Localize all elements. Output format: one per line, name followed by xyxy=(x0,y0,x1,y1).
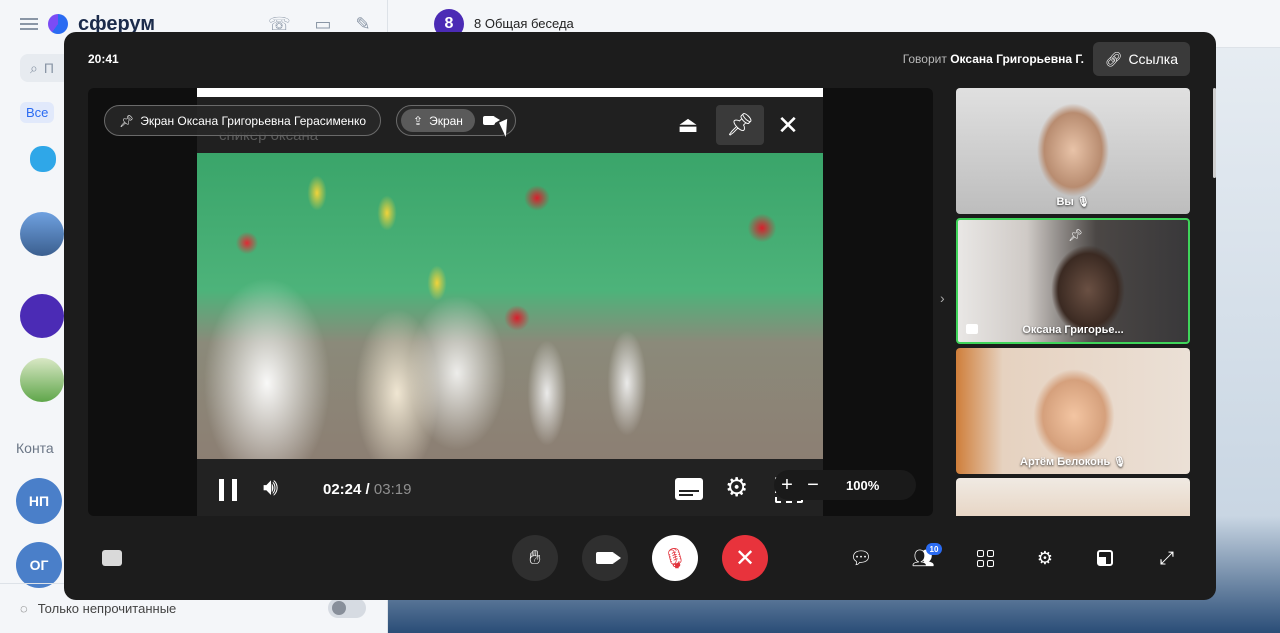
chat-header-title: 8 Общая беседа xyxy=(474,16,574,31)
speaker-prefix: Говорит xyxy=(902,52,947,66)
settings-button[interactable]: ⚙ xyxy=(1032,546,1058,570)
screen-share-label: 📌︎ Экран Оксана Григорьевна Герасименко xyxy=(104,105,382,136)
mic-off-icon: 🎙︎ xyxy=(1076,197,1090,208)
chat-icon: 💬︎ xyxy=(849,547,873,568)
unread-icon: ◌ xyxy=(20,601,28,616)
link-icon: 🔗︎ xyxy=(1104,50,1123,67)
microphone-button[interactable]: 🎙︎ xyxy=(652,535,698,581)
screen-share-stage: спикер оксана 🔊︎ 02:24 / 03:19 ⚙ 📌︎ Экра… xyxy=(88,88,933,516)
expand-icon: ⤢ xyxy=(1159,547,1175,568)
pause-icon[interactable] xyxy=(219,479,237,501)
hangup-icon: ✕ xyxy=(734,544,756,572)
airplay-icon[interactable]: ⏏ xyxy=(664,105,712,145)
video-time-separator: / xyxy=(365,481,370,498)
link-label: Ссылка xyxy=(1128,51,1178,67)
video-total-time: 03:19 xyxy=(373,481,412,498)
shared-video: спикер оксана 🔊︎ 02:24 / 03:19 ⚙ xyxy=(197,88,823,516)
chat-button[interactable]: 💬︎ xyxy=(848,546,874,570)
filter-chip-all[interactable]: Все xyxy=(20,102,55,123)
pin-icon: 📌︎ xyxy=(1068,228,1084,242)
current-speaker: Говорит Оксана Григорьевна Г. xyxy=(903,52,1084,66)
participant-tile[interactable]: Артём Белоконь 🎙︎ xyxy=(956,348,1190,474)
chat-avatar[interactable] xyxy=(30,146,56,172)
participant-tile[interactable]: Вы 🎙︎ xyxy=(956,88,1190,214)
pin-icon: 📌︎ xyxy=(119,113,135,128)
pin-stage-button[interactable]: 📌︎ xyxy=(716,105,764,145)
hangup-button[interactable]: ✕ xyxy=(722,535,768,581)
pin-icon: 📌︎ xyxy=(726,112,754,137)
chat-avatar[interactable] xyxy=(20,212,64,256)
participant-name: Вы 🎙︎ xyxy=(1056,196,1090,208)
hand-icon: ✋︎ xyxy=(529,546,541,569)
participant-list: Вы 🎙︎ 📌︎ Оксана Григорье... Артём Белокон… xyxy=(956,88,1190,516)
screen-share-icon: ⇪ xyxy=(413,113,424,128)
contact-avatar[interactable]: НП xyxy=(16,478,62,524)
screen-tab[interactable]: ⇪ Экран xyxy=(401,109,475,132)
gear-icon[interactable]: ⚙ xyxy=(725,472,748,503)
video-top-bar xyxy=(197,88,823,97)
zoom-out-button[interactable]: − xyxy=(800,474,826,497)
stream-switcher: ⇪ Экран xyxy=(396,105,516,136)
search-placeholder: П xyxy=(43,60,54,76)
expand-button[interactable]: ⤢ xyxy=(1154,546,1180,570)
mic-off-icon: 🎙︎ xyxy=(662,547,688,570)
participant-tile-active[interactable]: 📌︎ Оксана Григорье... xyxy=(956,218,1190,344)
layout-icon xyxy=(1097,550,1113,566)
participant-scrollbar[interactable] xyxy=(1213,88,1216,178)
volume-icon[interactable]: 🔊︎ xyxy=(263,474,278,502)
close-icon[interactable]: ✕ xyxy=(764,105,812,145)
unread-label: Только непрочитанные xyxy=(37,601,177,616)
mic-off-icon: 🎙︎ xyxy=(1113,457,1126,468)
screen-share-icon[interactable] xyxy=(102,550,122,566)
raise-hand-button[interactable]: ✋︎ xyxy=(512,535,558,581)
chat-avatar[interactable] xyxy=(20,294,64,338)
grid-view-button[interactable] xyxy=(972,546,998,570)
zoom-value: 100% xyxy=(846,477,880,493)
camera-button[interactable] xyxy=(582,535,628,581)
contact-avatar[interactable]: ОГ xyxy=(16,542,62,588)
call-window: 20:41 Говорит Оксана Григорьевна Г. 🔗︎ С… xyxy=(64,32,1216,600)
screen-tab-label: Экран xyxy=(429,113,463,128)
grid-icon xyxy=(976,549,994,567)
video-controls: 🔊︎ 02:24 / 03:19 ⚙ xyxy=(197,459,823,516)
layout-button[interactable] xyxy=(1092,546,1118,570)
zoom-in-button[interactable]: + xyxy=(774,474,800,497)
share-label-text: Экран Оксана Григорьевна Герасименко xyxy=(140,113,367,128)
copy-link-button[interactable]: 🔗︎ Ссылка xyxy=(1092,42,1190,76)
participant-tile[interactable] xyxy=(956,478,1190,516)
participant-name: Артём Белоконь 🎙︎ xyxy=(1020,456,1126,468)
participant-name: Оксана Григорье... xyxy=(1022,324,1124,336)
menu-icon[interactable] xyxy=(20,18,38,30)
camera-icon xyxy=(596,552,621,564)
subtitles-icon[interactable] xyxy=(675,478,703,500)
chat-avatar[interactable] xyxy=(20,358,64,402)
video-time: 02:24 / 03:19 xyxy=(323,481,411,498)
settings-icon: ⚙ xyxy=(1036,547,1054,568)
video-picture xyxy=(197,153,823,459)
camera-tab-icon[interactable] xyxy=(482,116,500,125)
call-time: 20:41 xyxy=(88,52,119,66)
video-current-time: 02:24 xyxy=(323,481,362,498)
search-icon: ⌕ xyxy=(30,59,38,76)
zoom-control: + − 100% xyxy=(774,470,916,500)
contacts-heading: Конта xyxy=(16,440,54,456)
logo-icon xyxy=(48,14,68,34)
speaker-name: Оксана Григорьевна Г. xyxy=(950,52,1084,66)
unread-toggle[interactable] xyxy=(328,598,366,618)
chevron-right-icon[interactable]: › xyxy=(940,290,945,306)
participants-count-badge: 10 xyxy=(926,543,942,555)
